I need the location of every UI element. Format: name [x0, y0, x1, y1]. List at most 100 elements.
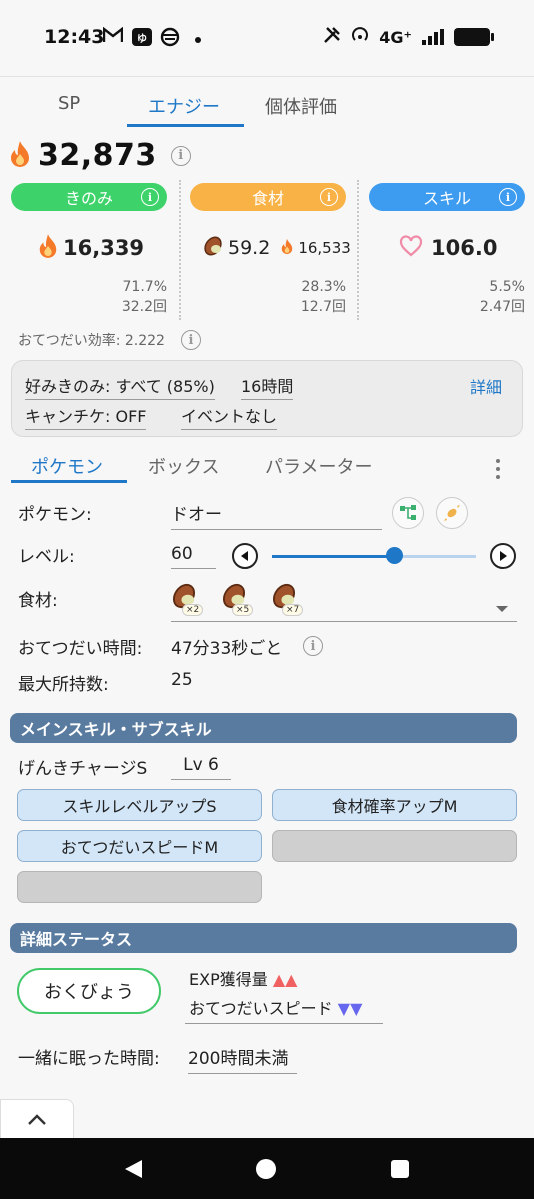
- pokemon-name-field[interactable]: ドオー: [171, 500, 382, 530]
- caret-right-icon: [500, 551, 507, 561]
- candy-icon: [444, 505, 460, 521]
- skills-section-header: メインスキル・サブスキル: [10, 713, 517, 743]
- tab-pokemon[interactable]: ポケモン: [31, 453, 103, 479]
- sub-skill-label: 食材確率アップM: [331, 797, 458, 816]
- nature-button[interactable]: おくびょう: [17, 968, 161, 1014]
- max-carry-label: 最大所持数:: [18, 675, 109, 695]
- duration-setting[interactable]: 16時間: [241, 373, 294, 400]
- flame-icon: [37, 233, 59, 263]
- evolution-button[interactable]: [392, 497, 424, 529]
- level-slider-fill: [272, 555, 395, 558]
- dropdown-arrow-icon[interactable]: [495, 598, 509, 617]
- skill-count: 2.47回: [479, 299, 525, 315]
- cacao-icon: [202, 235, 224, 261]
- signal-icon: [422, 29, 444, 45]
- sub-skill-5-empty[interactable]: [17, 871, 262, 903]
- pokemon-label: ポケモン:: [18, 505, 92, 525]
- skill-pill: スキル i: [369, 183, 525, 211]
- event-setting[interactable]: イベントなし: [181, 403, 278, 430]
- column-divider: [357, 180, 359, 320]
- info-icon[interactable]: i: [170, 145, 191, 166]
- ingredient-pill: 食材 i: [190, 183, 346, 211]
- app-notification-icon: ゆ: [131, 27, 153, 47]
- sub-skill-label: スキルレベルアップS: [62, 797, 217, 816]
- tab-energy[interactable]: エナジー: [148, 93, 220, 119]
- tab-parameter[interactable]: パラメーター: [265, 453, 372, 479]
- level-slider-thumb[interactable]: [386, 547, 404, 564]
- tab-sp[interactable]: SP: [58, 93, 80, 114]
- skill-percent: 5.5%: [489, 279, 525, 295]
- sub-skill-2[interactable]: 食材確率アップM: [272, 789, 517, 821]
- info-icon[interactable]: i: [303, 636, 323, 656]
- sub-skill-1[interactable]: スキルレベルアップS: [17, 789, 262, 821]
- sleep-time-label: 一緒に眠った時間:: [18, 1049, 160, 1069]
- ingredient-label: 食材: [251, 189, 284, 208]
- tab-evaluation[interactable]: 個体評価: [265, 93, 337, 119]
- tools-icon: [323, 26, 341, 48]
- caret-left-icon: [241, 551, 248, 561]
- gmail-icon: [102, 26, 124, 47]
- info-icon[interactable]: i: [320, 188, 338, 206]
- info-icon[interactable]: i: [499, 188, 517, 206]
- ingredient-amount: 59.2: [228, 237, 271, 259]
- main-skill-level-field[interactable]: Lv 6: [171, 755, 231, 780]
- skill-value: 106.0: [431, 236, 498, 260]
- nature-up-stat: EXP獲得量 ▲▲: [189, 966, 297, 990]
- home-icon[interactable]: [255, 1158, 277, 1184]
- expand-panel-button[interactable]: [0, 1099, 74, 1139]
- down-stat-name: おてつだいスピード: [189, 999, 333, 1018]
- network-type: 4G⁺: [379, 27, 412, 47]
- max-carry-value: 25: [171, 670, 193, 690]
- more-options-icon[interactable]: [496, 459, 500, 479]
- skill-column: スキル i 106.0 5.5% 2.47回: [369, 183, 525, 317]
- ingredient-count-badge: ×5: [232, 604, 254, 616]
- column-divider: [179, 180, 181, 320]
- main-skill-name[interactable]: げんきチャージS: [18, 754, 147, 779]
- favorite-berry-setting[interactable]: 好みきのみ: すべて (85%): [25, 373, 215, 400]
- nature-divider: [185, 1023, 383, 1024]
- flame-icon: [280, 238, 294, 259]
- detail-link[interactable]: 詳細: [470, 374, 502, 398]
- sleep-time-value: 200時間未満: [188, 1049, 289, 1069]
- up-stat-name: EXP獲得量: [189, 970, 268, 989]
- ingredient-slot-1: ×2: [170, 582, 204, 620]
- level-decrease-button[interactable]: [232, 543, 258, 569]
- battery-icon: [454, 28, 494, 46]
- level-increase-button[interactable]: [490, 543, 516, 569]
- level-field[interactable]: 60: [171, 544, 216, 569]
- clock: 12:43: [44, 26, 105, 48]
- skill-label: スキル: [422, 189, 471, 208]
- ingredient-count-badge: ×2: [182, 604, 204, 616]
- ingredient-percent: 28.3%: [301, 279, 346, 295]
- sleep-time-field[interactable]: 200時間未満: [188, 1044, 297, 1074]
- settings-panel[interactable]: 好みきのみ: すべて (85%) 16時間 詳細 キャンチケ: OFF イベント…: [11, 360, 523, 437]
- info-icon[interactable]: i: [180, 330, 201, 350]
- status-icons: 4G⁺: [323, 26, 494, 48]
- recents-icon[interactable]: [390, 1159, 410, 1183]
- back-icon[interactable]: [122, 1158, 144, 1184]
- tab-box[interactable]: ボックス: [148, 453, 219, 479]
- top-tab-bar: SP エナジー 個体評価: [0, 76, 534, 128]
- sub-skill-3[interactable]: おてつだいスピードM: [17, 830, 262, 862]
- sub-skill-4-empty[interactable]: [272, 830, 517, 862]
- nature-down-stat: おてつだいスピード ▼▼: [189, 995, 362, 1019]
- ingredient-slot-3: ×7: [270, 582, 304, 620]
- total-energy: 32,873 i: [8, 138, 191, 173]
- camp-ticket-setting[interactable]: キャンチケ: OFF: [25, 403, 147, 430]
- skills-section-title: メインスキル・サブスキル: [20, 720, 212, 739]
- help-time-label: おてつだい時間:: [18, 639, 143, 659]
- pokemon-sleep-icon: [160, 27, 180, 47]
- android-nav-bar: [0, 1138, 534, 1199]
- candy-button[interactable]: [436, 497, 468, 529]
- berry-column: きのみ i 16,339 71.7% 32.2回: [11, 183, 167, 317]
- info-icon[interactable]: i: [141, 188, 159, 206]
- chevron-up-icon: [28, 1113, 46, 1125]
- evolution-tree-icon: [400, 505, 416, 520]
- main-skill-level: Lv 6: [183, 755, 219, 775]
- hotspot-icon: [351, 26, 369, 48]
- detail-section-header: 詳細ステータス: [10, 923, 517, 953]
- total-energy-value: 32,873: [38, 138, 157, 173]
- flame-icon: [8, 140, 32, 172]
- ingredient-column: 食材 i 59.2 16,533 28.3% 12.7回: [190, 183, 351, 317]
- sub-tab-bar: ポケモン ボックス パラメーター: [0, 440, 534, 484]
